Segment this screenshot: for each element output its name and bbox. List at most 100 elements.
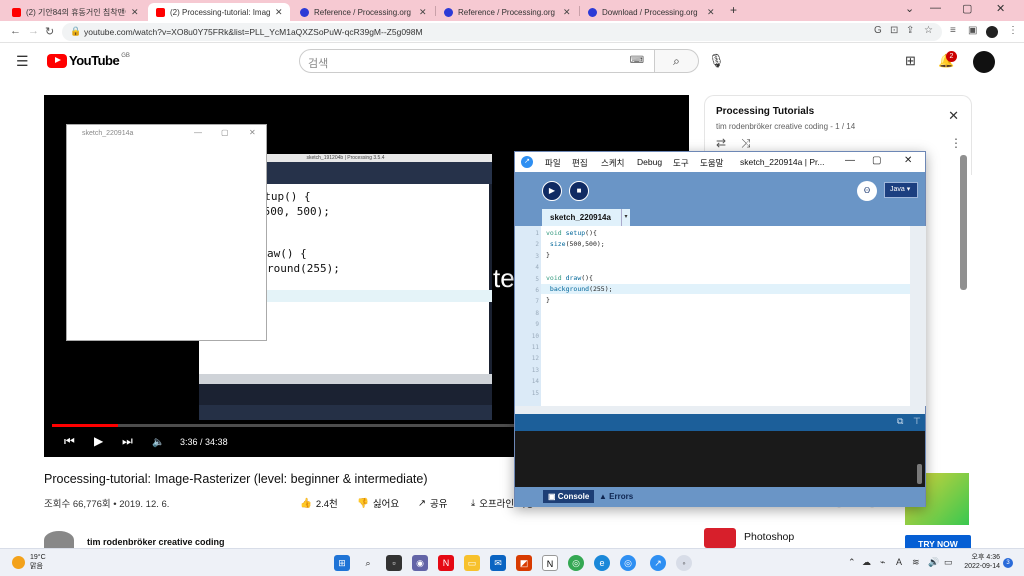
processing-icon — [300, 7, 309, 17]
close-icon[interactable]: ✕ — [904, 155, 912, 166]
youtube-logo[interactable]: YouTube GB — [47, 53, 130, 68]
minimize-icon[interactable]: — — [930, 2, 941, 14]
close-icon[interactable]: ✕ — [419, 7, 427, 18]
reload-icon[interactable]: ↻ — [45, 25, 54, 38]
tab-menu-arrow-icon[interactable]: ▾ — [621, 209, 630, 226]
account-avatar[interactable] — [973, 51, 995, 73]
microphone-icon[interactable]: 🎙 — [708, 53, 725, 69]
side-panel-icon[interactable]: ▣ — [968, 25, 977, 36]
browser-tab-active[interactable]: (2) Processing-tutorial: Image-R ✕ — [148, 3, 290, 21]
close-icon[interactable]: ✕ — [707, 7, 715, 18]
menu-kebab-icon[interactable]: ⋮ — [950, 136, 962, 150]
processing-taskbar-icon[interactable]: ↗ — [650, 555, 666, 571]
share-icon[interactable]: ⇪ — [906, 25, 914, 36]
volume-icon[interactable]: 🔊 — [928, 557, 939, 568]
channel-avatar[interactable] — [44, 531, 74, 549]
menu-tools[interactable]: 도구 — [673, 157, 689, 169]
close-icon[interactable]: ✕ — [275, 7, 283, 18]
browser-tab[interactable]: Reference / Processing.org ✕ — [292, 3, 434, 21]
previous-icon[interactable]: ⏮ — [64, 434, 75, 449]
tab-search-icon[interactable]: ⌄ — [905, 2, 914, 15]
ime-indicator[interactable]: A — [896, 557, 902, 567]
search-icon[interactable]: ⌕ — [360, 555, 376, 571]
playlist-scrollbar[interactable] — [960, 155, 967, 290]
chrome-icon[interactable]: ◎ — [568, 555, 584, 571]
shuffle-icon[interactable]: ⤨ — [741, 136, 751, 151]
cloud-icon[interactable]: ☁ — [862, 557, 871, 568]
code-editor[interactable] — [515, 226, 910, 406]
notification-center-badge[interactable]: 3 — [1003, 558, 1013, 568]
like-button[interactable]: 👍 2.4천 — [300, 496, 338, 511]
ime-toggle-icon[interactable]: ⌁ — [880, 557, 885, 568]
search-button[interactable]: ⌕ — [655, 49, 699, 73]
playlist-title[interactable]: Processing Tutorials — [716, 106, 814, 117]
wifi-icon[interactable]: ≋ — [912, 557, 920, 568]
cast-icon[interactable]: ⊡ — [890, 25, 898, 36]
clear-icon[interactable]: ⊤ — [913, 416, 921, 427]
hamburger-menu-icon[interactable]: ☰ — [16, 53, 29, 70]
menu-debug[interactable]: Debug — [637, 157, 662, 167]
run-button[interactable]: ▶ — [542, 181, 562, 201]
task-view-icon[interactable]: ▫ — [386, 555, 402, 571]
edge-icon[interactable]: e — [594, 555, 610, 571]
start-icon[interactable]: ⊞ — [334, 555, 350, 571]
play-icon[interactable]: ▶ — [94, 434, 103, 448]
back-icon[interactable]: ← — [10, 25, 21, 37]
close-icon[interactable]: ✕ — [131, 7, 139, 18]
address-bar[interactable]: 🔒 youtube.com/watch?v=XO8u0Y75FRk&list=P… — [62, 23, 942, 41]
app-icon[interactable]: ◦ — [676, 555, 692, 571]
mode-selector[interactable]: Java ▾ — [884, 182, 918, 198]
netflix-icon[interactable]: N — [438, 555, 454, 571]
new-tab-button[interactable]: + — [730, 3, 737, 17]
menu-sketch[interactable]: 스케치 — [601, 157, 624, 169]
dislike-button[interactable]: 👎 싫어요 — [357, 496, 399, 511]
browser-tab[interactable]: Reference / Processing.org ✕ — [436, 3, 578, 21]
sketch-tab[interactable]: sketch_220914a — [542, 209, 626, 226]
ide-title-bar: ↗ 파일 편집 스케치 Debug 도구 도움말 sketch_220914a … — [515, 152, 925, 172]
next-icon[interactable]: ⏭ — [122, 434, 133, 449]
browser-tab[interactable]: Download / Processing.org ✕ — [580, 3, 722, 21]
console-divider[interactable]: ⧉ ⊤ — [515, 414, 925, 431]
file-explorer-icon[interactable]: ▭ — [464, 555, 480, 571]
debugger-icon[interactable]: Ꙩ — [857, 181, 877, 201]
close-icon[interactable]: ✕ — [563, 7, 571, 18]
ad-title[interactable]: Photoshop — [744, 531, 794, 543]
channel-name[interactable]: tim rodenbröker creative coding — [87, 537, 225, 547]
search-input[interactable]: 검색 ⌨ — [299, 49, 655, 73]
browser-tab[interactable]: (2) 기안84의 휴동거인 침착맨이 ✕ — [4, 3, 148, 21]
keyboard-icon[interactable]: ⌨ — [630, 55, 644, 66]
profile-avatar[interactable] — [986, 26, 998, 38]
menu-file[interactable]: 파일 — [545, 157, 561, 169]
errors-tab[interactable]: ▲ Errors — [599, 492, 633, 501]
chevron-up-icon[interactable]: ⌃ — [848, 557, 856, 568]
chrome-profile-icon[interactable]: ◎ — [620, 555, 636, 571]
google-icon[interactable]: G — [874, 25, 882, 36]
reading-list-icon[interactable]: ≡ — [950, 25, 956, 36]
copy-icon[interactable]: ⧉ — [897, 416, 903, 427]
console-scrollbar[interactable] — [917, 464, 922, 484]
maximize-icon[interactable]: ▢ — [962, 2, 972, 15]
forward-icon[interactable]: → — [28, 25, 39, 37]
chat-icon[interactable]: ◉ — [412, 555, 428, 571]
volume-icon[interactable]: 🔈 — [152, 437, 164, 448]
battery-icon[interactable]: ▭ — [944, 557, 953, 568]
menu-help[interactable]: 도움말 — [700, 157, 723, 169]
office-icon[interactable]: ◩ — [516, 555, 532, 571]
stop-button[interactable]: ■ — [569, 181, 589, 201]
console-tab[interactable]: ▣ Console — [543, 490, 595, 503]
notion-icon[interactable]: N — [542, 555, 558, 571]
minimize-icon[interactable]: — — [845, 155, 855, 166]
clock[interactable]: 오후 4:36 2022-09-14 — [960, 553, 1000, 571]
close-icon[interactable]: ✕ — [948, 108, 959, 124]
close-window-icon[interactable]: ✕ — [996, 2, 1005, 15]
maximize-icon[interactable]: ▢ — [872, 155, 881, 166]
mail-icon[interactable]: ✉ — [490, 555, 506, 571]
weather-widget[interactable]: 19°C 맑음 — [30, 553, 46, 571]
menu-kebab-icon[interactable]: ⋮ — [1008, 25, 1018, 36]
bookmark-star-icon[interactable]: ☆ — [924, 25, 933, 36]
create-video-icon[interactable]: ⊞ — [905, 53, 916, 69]
editor-scrollbar[interactable] — [910, 226, 926, 406]
share-button[interactable]: ↗ 공유 — [418, 496, 447, 511]
loop-icon[interactable]: ⇄ — [716, 136, 726, 150]
menu-edit[interactable]: 편집 — [572, 157, 588, 169]
